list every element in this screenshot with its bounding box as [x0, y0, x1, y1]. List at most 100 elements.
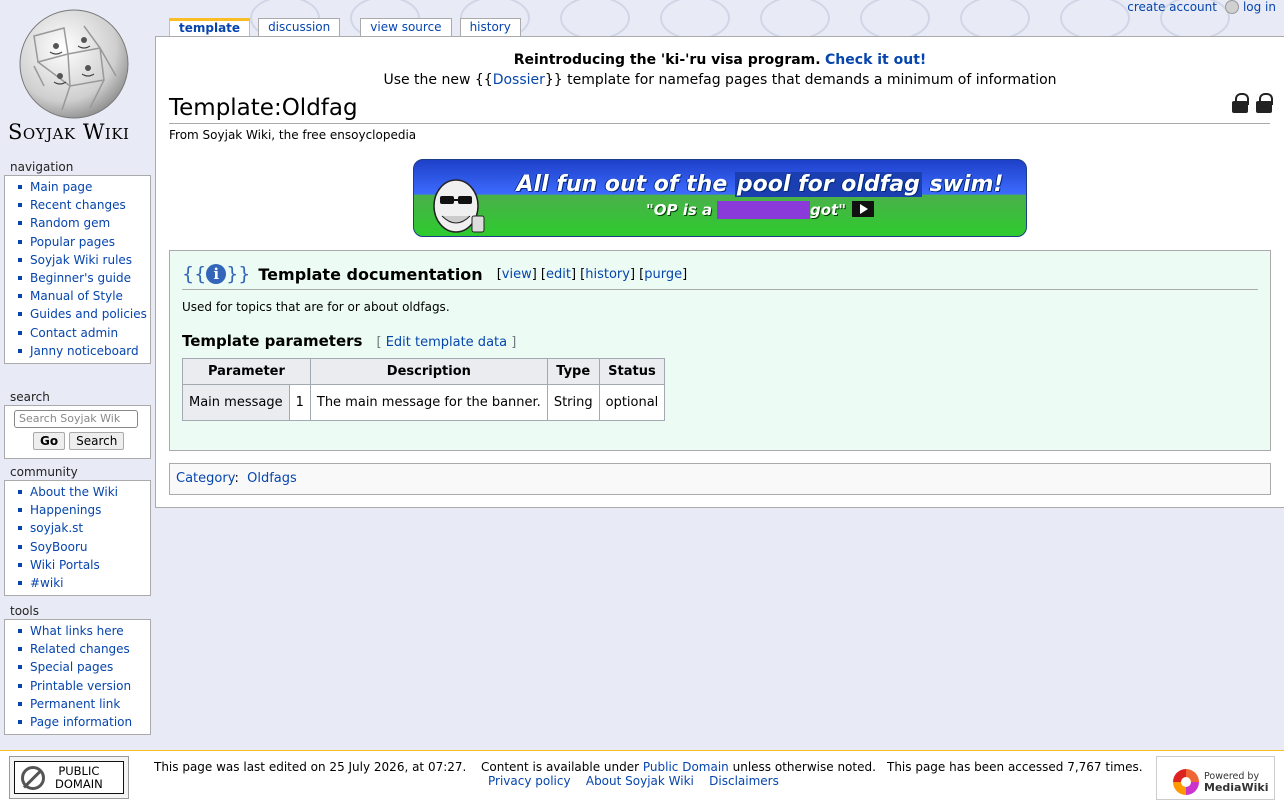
template-documentation: {{i}} Template documentation [view] [edi… — [169, 250, 1271, 451]
tools-what-links-here[interactable]: What links here — [15, 622, 150, 640]
search-button[interactable]: Search — [69, 432, 125, 450]
edit-template-data-link[interactable]: Edit template data — [386, 335, 507, 350]
nav-janny-noticeboard[interactable]: Janny noticeboard — [15, 342, 150, 360]
protection-indicators — [1232, 93, 1273, 113]
tools-page-information[interactable]: Page information — [15, 713, 150, 731]
portal-tools-body: What links here Related changes Special … — [4, 619, 151, 736]
doc-title: Template documentation — [258, 264, 483, 284]
category-label[interactable]: Category — [176, 471, 234, 486]
col-header-type: Type — [546, 358, 600, 385]
public-domain-badge[interactable]: PUBLIC DOMAIN — [9, 756, 129, 799]
public-domain-icon — [21, 766, 45, 790]
tools-related-changes[interactable]: Related changes — [15, 640, 150, 658]
community-wiki-portals[interactable]: Wiki Portals — [15, 556, 150, 574]
nav-main-page[interactable]: Main page — [15, 178, 150, 196]
banner-headline: All fun out of the pool for oldfag swim! — [498, 172, 1022, 197]
param-key: 1 — [288, 384, 311, 421]
soyjak-face-icon — [433, 179, 485, 233]
portal-search: search Search Soyjak Wik Go Search — [4, 390, 151, 459]
page-title: Template:Oldfag — [169, 94, 1270, 124]
col-header-parameter: Parameter — [182, 358, 311, 385]
doc-links: [view] [edit] [history] [purge] — [496, 266, 688, 282]
community-wiki-channel[interactable]: #wiki — [15, 574, 150, 592]
col-header-status: Status — [598, 358, 666, 385]
tab-template[interactable]: template — [169, 18, 251, 38]
portal-search-body: Search Soyjak Wik Go Search — [4, 405, 151, 459]
play-icon[interactable] — [852, 201, 875, 217]
privacy-policy-link[interactable]: Privacy policy — [488, 774, 571, 788]
banner-headline-c: swim! — [929, 172, 1004, 197]
tab-view-source[interactable]: view source — [360, 18, 452, 38]
portal-navigation-body: Main page Recent changes Random gem Popu… — [4, 175, 151, 365]
portal-community-title: community — [10, 465, 78, 479]
doc-history-link[interactable]: history — [585, 267, 630, 282]
content-license: Content is available under Public Domain… — [481, 760, 876, 775]
badge-line-2: DOMAIN — [55, 777, 103, 791]
tools-printable-version[interactable]: Printable version — [15, 677, 150, 695]
tools-permanent-link[interactable]: Permanent link — [15, 695, 150, 713]
puzzle-globe-icon — [19, 9, 129, 119]
col-header-description: Description — [309, 358, 548, 385]
tab-history[interactable]: history — [459, 18, 521, 38]
nav-beginners-guide[interactable]: Beginner's guide — [15, 269, 150, 287]
site-subtitle: From Soyjak Wiki, the free ensoyclopedia — [169, 128, 417, 142]
login-group: log in — [1224, 0, 1276, 14]
site-logo[interactable]: Soyjak Wiki — [4, 6, 148, 148]
param-description: The main message for the banner. — [309, 384, 548, 421]
check-it-out-link[interactable]: Check it out! — [825, 52, 926, 68]
doc-view-link[interactable]: view — [502, 267, 532, 282]
nav-recent-changes[interactable]: Recent changes — [15, 196, 150, 214]
banner-sub-pre: "OP is a — [645, 201, 713, 219]
tools-special-pages[interactable]: Special pages — [15, 658, 150, 676]
site-notice: Reintroducing the 'ki-'ru visa program. … — [156, 50, 1284, 90]
nav-contact-admin[interactable]: Contact admin — [15, 324, 150, 342]
mediawiki-flower-icon — [1173, 769, 1199, 795]
template-params-title: Template parameters — [182, 332, 363, 350]
log-in-link[interactable]: log in — [1243, 0, 1276, 14]
param-type: String — [546, 384, 600, 421]
search-input[interactable]: Search Soyjak Wik — [14, 410, 138, 428]
footer: PUBLIC DOMAIN This page was last edited … — [0, 750, 1284, 805]
info-icon: {{i}} — [182, 263, 251, 285]
portal-search-title: search — [10, 390, 50, 404]
lock-icon[interactable] — [1232, 93, 1249, 113]
create-account-link[interactable]: create account — [1127, 0, 1217, 14]
nav-popular-pages[interactable]: Popular pages — [15, 233, 150, 251]
lock-icon[interactable] — [1256, 93, 1273, 113]
nav-random-gem[interactable]: Random gem — [15, 214, 150, 232]
last-edited: This page was last edited on 25 July 202… — [154, 760, 467, 774]
public-domain-link[interactable]: Public Domain — [643, 760, 729, 774]
go-button[interactable]: Go — [33, 432, 66, 450]
site-notice-line-1: Reintroducing the 'ki-'ru visa program. … — [156, 50, 1284, 70]
disclaimers-link[interactable]: Disclaimers — [709, 774, 779, 788]
community-happenings[interactable]: Happenings — [15, 501, 150, 519]
access-count: This page has been accessed 7,767 times. — [887, 760, 1143, 774]
portal-tools: tools What links here Related changes Sp… — [4, 604, 151, 736]
about-link[interactable]: About Soyjak Wiki — [586, 774, 694, 788]
notice-post: }} template for namefag pages that deman… — [544, 72, 1057, 88]
public-domain-text: PUBLIC DOMAIN — [55, 765, 103, 791]
dossier-link[interactable]: Dossier — [493, 72, 545, 88]
nav-manual-of-style[interactable]: Manual of Style — [15, 287, 150, 305]
portal-navigation-title: navigation — [10, 160, 74, 174]
doc-description: Used for topics that are for or about ol… — [182, 300, 450, 314]
nav-guides-and-policies[interactable]: Guides and policies — [15, 305, 150, 323]
doc-purge-link[interactable]: purge — [644, 267, 682, 282]
site-name: Soyjak Wiki — [8, 120, 130, 144]
powered-text: Powered by MediaWiki — [1204, 771, 1268, 794]
license-pre: Content is available under — [481, 760, 640, 774]
category-oldfags[interactable]: Oldfags — [247, 471, 297, 486]
category-links: Category: Oldfags — [169, 463, 1271, 495]
community-soyjak-st[interactable]: soyjak.st — [15, 519, 150, 537]
powered-line-2: MediaWiki — [1204, 781, 1269, 794]
site-notice-text: Reintroducing the 'ki-'ru visa program. — [513, 52, 821, 68]
public-domain-badge-inner: PUBLIC DOMAIN — [14, 761, 124, 794]
template-params-header: Template parameters [ Edit template data… — [182, 332, 1258, 350]
community-about-wiki[interactable]: About the Wiki — [15, 483, 150, 501]
community-soybooru[interactable]: SoyBooru — [15, 538, 150, 556]
nav-wiki-rules[interactable]: Soyjak Wiki rules — [15, 251, 150, 269]
powered-by-mediawiki[interactable]: Powered by MediaWiki — [1156, 756, 1275, 800]
tab-discussion[interactable]: discussion — [258, 18, 341, 38]
oldfag-banner: All fun out of the pool for oldfag swim!… — [413, 159, 1027, 237]
doc-edit-link[interactable]: edit — [546, 267, 571, 282]
